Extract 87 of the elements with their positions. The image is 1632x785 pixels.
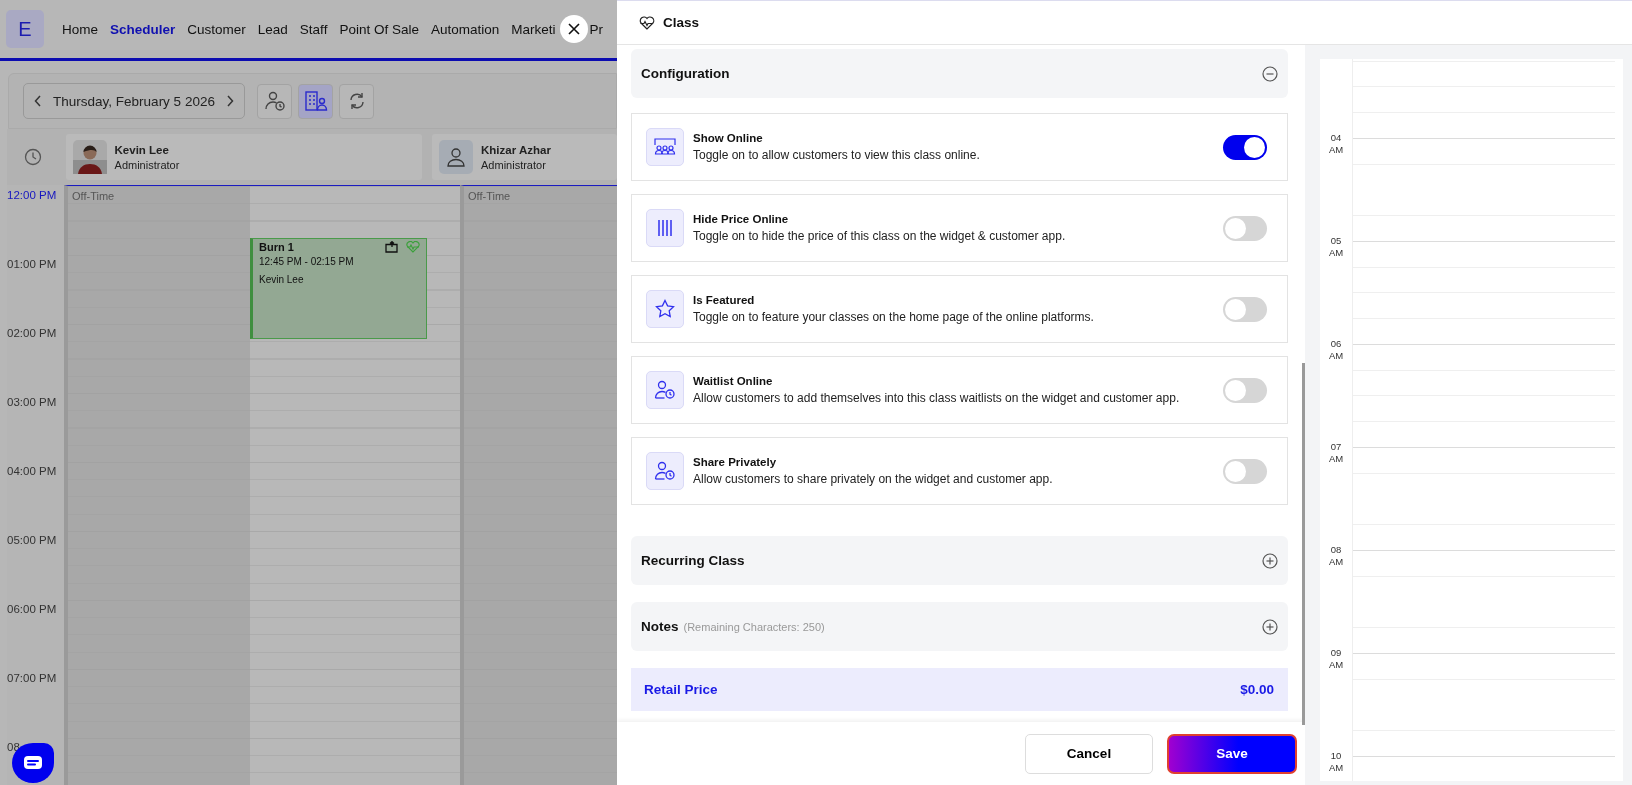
nav-link[interactable]: Scheduler	[110, 21, 176, 37]
event-title: Burn 1	[259, 241, 295, 253]
chevron-right-icon[interactable]	[226, 95, 234, 107]
class-event[interactable]: Burn 1 12:45 PM - 02:15 PM Kevin Lee	[250, 238, 427, 339]
time-label: 02:00 PM	[7, 327, 57, 339]
retail-price-value: $0.00	[1240, 682, 1274, 697]
staff-schedule-button[interactable]	[257, 83, 292, 119]
heart-pulse-icon	[406, 241, 420, 253]
nav-link[interactable]: Pr	[589, 21, 603, 37]
clock-icon	[24, 148, 43, 166]
off-time-label: Off-Time	[72, 190, 115, 202]
toggle-switch[interactable]	[1223, 377, 1267, 403]
room-view-button[interactable]	[298, 83, 333, 119]
section-header[interactable]: Recurring Class	[631, 536, 1288, 585]
section-title: Notes (Remaining Characters: 250)	[641, 619, 825, 634]
staff-card[interactable]: Khizar Azhar Administrator	[432, 134, 617, 180]
hour-label: 09 AM	[1327, 647, 1345, 671]
toggle-switch[interactable]	[1223, 296, 1267, 322]
off-time-label: Off-Time	[468, 190, 511, 202]
date-picker[interactable]: Thursday, February 5 2026	[23, 83, 245, 119]
section-title: Recurring Class	[641, 553, 745, 568]
expand-icon[interactable]	[1262, 552, 1278, 569]
logo[interactable]: E	[6, 10, 44, 48]
staff-name: Kevin Lee	[114, 143, 170, 156]
staff-card[interactable]: Kevin Lee Administrator	[65, 134, 423, 180]
cancel-button[interactable]: Cancel	[1025, 733, 1153, 774]
building-person-icon[interactable]	[303, 90, 328, 112]
person-clock-icon[interactable]	[263, 90, 286, 112]
chevron-left-icon[interactable]	[34, 95, 42, 107]
event-time: 12:45 PM - 02:15 PM	[259, 256, 355, 267]
time-label: 03:00 PM	[7, 396, 57, 408]
retail-price-label: Retail Price	[644, 682, 718, 697]
scrollbar[interactable]	[1302, 363, 1305, 725]
nav-link[interactable]: Point Of Sale	[339, 21, 419, 37]
chat-icon[interactable]	[23, 755, 43, 771]
nav-link[interactable]: Home	[62, 21, 98, 37]
hour-label: 07 AM	[1327, 441, 1345, 465]
option-description: Allow customers to share privately on the widget and customer app.	[693, 472, 1054, 486]
nav-link[interactable]: Marketi	[511, 21, 556, 37]
hour-label: 04 AM	[1327, 132, 1345, 156]
option-title: Is Featured	[693, 294, 756, 306]
heart-pulse-icon	[639, 15, 655, 30]
option-title: Hide Price Online	[693, 213, 790, 225]
option-description: Toggle on to feature your classes on the home page of the online platforms.	[693, 310, 1095, 324]
option-description: Toggle on to allow customers to view this class online.	[693, 148, 981, 162]
close-button[interactable]	[559, 15, 588, 43]
person-clock-icon	[646, 371, 684, 409]
hour-label: 05 AM	[1327, 235, 1345, 259]
time-label: 06:00 PM	[7, 603, 57, 615]
time-label: 12:00 PM	[7, 189, 57, 201]
staff-role: Administrator	[114, 158, 180, 171]
close-icon[interactable]	[567, 23, 580, 35]
save-button[interactable]: Save	[1167, 733, 1297, 774]
nav-link[interactable]: Lead	[257, 21, 288, 37]
option-title: Show Online	[693, 132, 764, 144]
option-title: Waitlist Online	[693, 375, 774, 387]
hour-label: 06 AM	[1327, 338, 1345, 362]
time-label: 01:00 PM	[7, 258, 57, 270]
nav-link[interactable]: Staff	[299, 21, 328, 37]
refresh-button[interactable]	[339, 83, 374, 119]
staff-name: Khizar Azhar	[481, 143, 551, 156]
toggle-switch[interactable]	[1223, 134, 1267, 160]
toggle-switch[interactable]	[1223, 458, 1267, 484]
hour-label: 08 AM	[1327, 544, 1345, 568]
option-description: Toggle on to hide the price of this class on the widget & customer app.	[693, 229, 1067, 243]
option-title: Share Privately	[693, 456, 778, 468]
bars-icon	[646, 209, 684, 247]
time-label: 04:00 PM	[7, 465, 57, 477]
nav-link[interactable]: Customer	[187, 21, 246, 37]
user-icon	[445, 146, 468, 168]
date-label: Thursday, February 5 2026	[53, 93, 215, 109]
nav-link[interactable]: Automation	[430, 21, 500, 37]
event-staff: Kevin Lee	[259, 274, 305, 285]
section-header[interactable]: Notes (Remaining Characters: 250)	[631, 602, 1288, 651]
time-label: 05:00 PM	[7, 534, 57, 546]
section-header[interactable]: Configuration	[631, 49, 1288, 98]
expand-icon[interactable]	[1262, 618, 1278, 635]
staff-role: Administrator	[481, 158, 547, 171]
collapse-icon[interactable]	[1262, 65, 1278, 82]
toggle-switch[interactable]	[1223, 215, 1267, 241]
panel-title: Class	[663, 15, 700, 30]
section-title: Configuration	[641, 66, 730, 81]
audience-icon	[646, 128, 684, 166]
person-clock-icon	[646, 452, 684, 490]
time-label: 07:00 PM	[7, 672, 57, 684]
option-description: Allow customers to add themselves into this class waitlists on the widget and customer app.	[693, 391, 1181, 405]
hour-label: 10 AM	[1327, 750, 1345, 774]
